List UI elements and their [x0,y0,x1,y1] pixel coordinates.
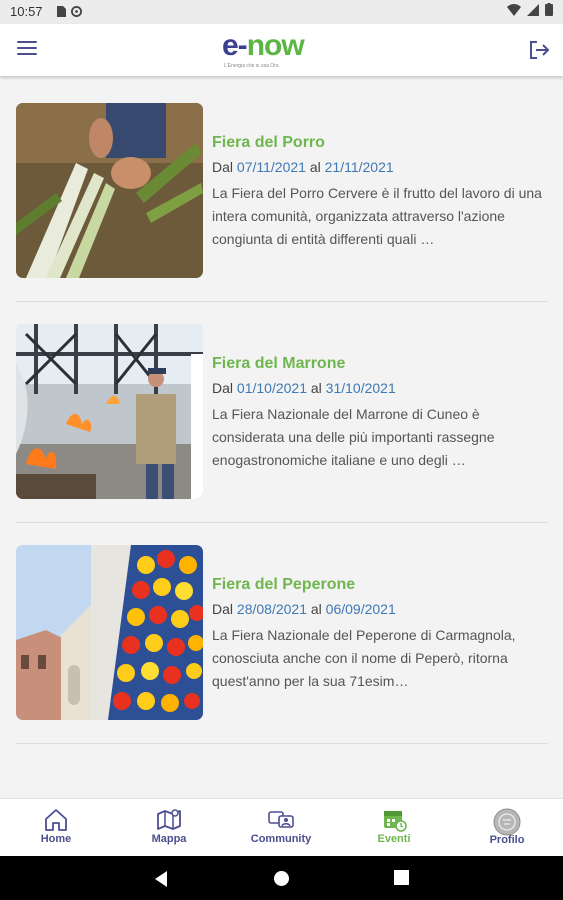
nav-label: Mappa [151,833,187,845]
event-description: La Fiera Nazionale del Peperone di Carma… [212,627,516,689]
nav-label: Eventi [377,833,411,845]
back-icon[interactable] [153,870,169,888]
app-header: e-now L'Energia che si usa Ora [0,24,563,76]
event-image-peppers [16,545,203,720]
status-bar: 10:57 [0,0,563,24]
nav-map[interactable]: Mappa [124,799,214,857]
event-end-date[interactable]: 31/10/2021 [326,380,396,396]
menu-button[interactable] [17,41,37,57]
hamburger-line [17,53,37,55]
recents-icon[interactable] [394,870,409,885]
sd-card-icon [57,6,66,17]
event-start-date[interactable]: 01/10/2021 [237,380,307,396]
logo-now: now [246,29,305,62]
signal-icon [527,3,539,16]
app-logo: e-now L'Energia che si usa Ora [222,30,344,70]
event-dates: Dal 07/11/2021 al 21/11/2021 [212,159,394,175]
sync-icon [71,6,82,17]
calendar-icon [384,811,407,832]
event-description: La Fiera del Porro Cervere è il frutto d… [212,185,542,247]
logo-tagline: L'Energia che si usa Ora [224,63,279,69]
event-card[interactable]: Fiera del Marrone Dal 01/10/2021 al 31/1… [16,297,548,523]
event-image-leeks [16,103,203,278]
event-card[interactable]: Fiera del Porro Dal 07/11/2021 al 21/11/… [16,76,548,302]
nav-label: Community [250,833,312,845]
event-start-date[interactable]: 07/11/2021 [237,159,306,175]
event-start-date[interactable]: 28/08/2021 [237,601,307,617]
event-list: Fiera del Porro Dal 07/11/2021 al 21/11/… [0,76,563,798]
system-navigation-bar [0,856,563,900]
event-end-date[interactable]: 06/09/2021 [326,601,396,617]
date-separator: al [310,380,322,396]
bottom-navigation: Home Mappa Community Eventi Profilo [0,798,563,857]
community-icon [268,811,294,828]
map-icon [157,809,181,830]
nav-label: Profilo [489,834,525,846]
event-image-chestnuts [16,324,203,499]
battery-icon [545,3,553,16]
logout-icon[interactable] [528,39,550,61]
nav-label: Home [40,833,72,845]
date-separator: al [310,601,322,617]
nav-events[interactable]: Eventi [349,799,439,857]
event-end-date[interactable]: 21/11/2021 [325,159,394,175]
divider [16,743,548,744]
event-description: La Fiera Nazionale del Marrone di Cuneo … [212,406,495,468]
event-card[interactable]: Fiera del Peperone Dal 28/08/2021 al 06/… [16,518,548,744]
nav-home[interactable]: Home [11,799,101,857]
hamburger-line [17,41,37,43]
logo-e: e- [222,29,248,62]
nav-profile[interactable]: Profilo [462,799,552,857]
date-prefix: Dal [212,159,234,175]
hamburger-line [17,47,37,49]
nav-community[interactable]: Community [236,799,326,857]
date-separator: al [309,159,321,175]
avatar-icon [493,808,521,836]
event-title: Fiera del Peperone [212,576,356,593]
home-button-icon[interactable] [273,870,290,887]
event-title: Fiera del Porro [212,134,325,151]
date-prefix: Dal [212,380,234,396]
date-prefix: Dal [212,601,234,617]
status-time: 10:57 [10,4,43,19]
event-title: Fiera del Marrone [212,355,346,372]
wifi-icon [507,3,521,16]
event-dates: Dal 28/08/2021 al 06/09/2021 [212,601,396,617]
home-icon [45,809,67,831]
event-dates: Dal 01/10/2021 al 31/10/2021 [212,380,396,396]
